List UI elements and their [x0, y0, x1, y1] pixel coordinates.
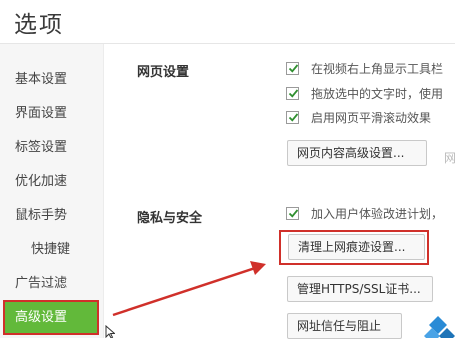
- partial-button[interactable]: 网: [444, 146, 455, 172]
- page-title: 选项: [14, 12, 64, 38]
- url-trust-block-button[interactable]: 网址信任与阻止: [287, 313, 402, 339]
- mouse-cursor-icon: [105, 325, 115, 338]
- checkbox[interactable]: [286, 111, 299, 124]
- sidebar-item-interface[interactable]: 界面设置: [0, 100, 103, 128]
- sidebar-item-label: 基本设置: [15, 72, 68, 87]
- checkmark-icon: [288, 113, 299, 122]
- option-label: 在视频右上角显示工具栏: [311, 62, 444, 76]
- sidebar-item-label: 鼠标手势: [15, 208, 68, 223]
- checkbox[interactable]: [286, 87, 299, 100]
- sidebar-item-label: 优化加速: [15, 174, 68, 189]
- sidebar-item-mouse-gestures[interactable]: 鼠标手势: [0, 202, 103, 230]
- checkmark-icon: [288, 64, 299, 73]
- sidebar-item-shortcuts[interactable]: 快捷键: [0, 236, 103, 264]
- sidebar-item-basic[interactable]: 基本设置: [0, 66, 103, 94]
- sidebar-item-label: 快捷键: [31, 242, 71, 257]
- sidebar-item-ad-filter[interactable]: 广告过滤: [0, 270, 103, 298]
- clear-traces-button[interactable]: 清理上网痕迹设置...: [288, 234, 425, 260]
- sidebar-item-label: 界面设置: [15, 106, 68, 121]
- section-label-privacy: 隐私与安全: [137, 211, 203, 226]
- section-label-web: 网页设置: [137, 65, 190, 80]
- corner-logo-icon: [424, 316, 455, 338]
- sidebar-item-advanced[interactable]: 高级设置: [4, 302, 99, 333]
- web-content-advanced-button[interactable]: 网页内容高级设置...: [287, 140, 427, 166]
- sidebar-item-optimize[interactable]: 优化加速: [0, 168, 103, 196]
- checkmark-icon: [288, 209, 299, 218]
- manage-certificates-button[interactable]: 管理HTTPS/SSL证书...: [287, 276, 433, 302]
- sidebar-item-label: 高级设置: [15, 310, 68, 325]
- checkmark-icon: [288, 89, 299, 98]
- sidebar-item-label: 标签设置: [15, 140, 68, 155]
- sidebar-item-tabs[interactable]: 标签设置: [0, 134, 103, 162]
- option-label: 加入用户体验改进计划，: [311, 207, 444, 221]
- sidebar: 基本设置 界面设置 标签设置 优化加速 鼠标手势 快捷键 广告过滤 高级设置: [0, 44, 104, 338]
- option-label: 启用网页平滑滚动效果: [311, 111, 432, 125]
- checkbox[interactable]: [286, 207, 299, 220]
- sidebar-item-label: 广告过滤: [15, 276, 68, 291]
- option-label: 拖放选中的文字时，使用: [311, 87, 444, 101]
- checkbox[interactable]: [286, 62, 299, 75]
